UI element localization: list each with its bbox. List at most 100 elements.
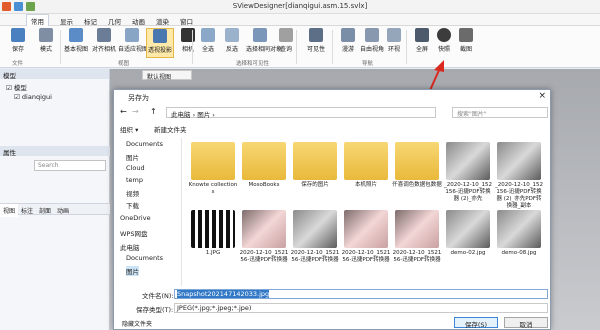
tab-animation[interactable]: 动画: [54, 204, 72, 217]
file-tile[interactable]: 本机照片: [341, 140, 391, 206]
align-camera-button[interactable]: 对齐相机: [90, 28, 118, 58]
organize-button[interactable]: 组织 ▾: [120, 124, 138, 134]
nav-item[interactable]: WPS网盘: [120, 228, 147, 238]
file-name: 2020-12-10_152156-迅捷PDF转换器: [341, 250, 391, 263]
file-tile[interactable]: demo-08.jpg: [494, 208, 544, 274]
mode-button[interactable]: 模式: [32, 28, 60, 58]
new-folder-button[interactable]: 新建文件夹: [154, 124, 187, 134]
file-name: demo-08.jpg: [501, 250, 537, 256]
file-name: 2020-12-10_152156-迅捷PDF转换器: [392, 250, 442, 263]
tree-item-model[interactable]: ☑ 模型: [6, 82, 27, 92]
file-name: 保存的图片: [301, 182, 329, 188]
menu-bar: 常用 显示 标记 几何 动画 渲染 窗口: [0, 14, 600, 27]
group-nav-label: 导航: [362, 61, 374, 67]
dialog-title: 另存为: [114, 90, 550, 104]
file-tile[interactable]: Knowte collections: [188, 140, 238, 206]
mode-icon: [39, 28, 53, 42]
image-thumbnail: [446, 210, 490, 248]
close-icon[interactable]: ×: [538, 91, 546, 101]
perspective-button[interactable]: 透视投影: [146, 28, 174, 58]
nav-item[interactable]: 图片: [126, 152, 139, 162]
group-view-label: 视图: [118, 61, 130, 67]
window-title: SViewDesigner[dianqigui.asm.15.svlx]: [232, 2, 368, 10]
walk-icon: [341, 28, 355, 42]
file-tile[interactable]: 仟喜调色数据包数据: [392, 140, 442, 206]
file-tile[interactable]: 2020-12-10_152156-迅捷PDF转换器: [239, 208, 289, 274]
file-tile[interactable]: demo-02.jpg: [443, 208, 493, 274]
dialog-fields: 文件名(N): Snapshot202147142033.jpg 保存类型(T)…: [116, 288, 548, 329]
select-same-button[interactable]: 选择相同对象: [246, 28, 282, 58]
image-thumbnail: [293, 210, 337, 248]
folder-icon: [242, 142, 286, 180]
save-dialog-button[interactable]: 保存(S): [454, 317, 498, 329]
tab-view[interactable]: 视图: [0, 204, 19, 217]
tab-section[interactable]: 剖面: [36, 204, 54, 217]
dialog-search-input[interactable]: 搜索"图片": [452, 107, 548, 118]
hide-folders-toggle[interactable]: 隐藏文件夹: [122, 319, 152, 328]
crop-icon: [459, 28, 473, 42]
nav-item[interactable]: Cloud: [126, 164, 145, 172]
basic-view-button[interactable]: 基本视图: [62, 28, 90, 58]
address-bar: ← → ↑ 此电脑 › 图片 › 搜索"图片": [116, 106, 548, 120]
orbit-icon: [387, 28, 401, 42]
nav-item-selected[interactable]: 图片: [126, 266, 139, 276]
forward-arrow-icon[interactable]: →: [132, 107, 139, 116]
path-field[interactable]: 此电脑 › 图片 ›: [166, 107, 436, 119]
file-name: MosoBooks: [248, 182, 280, 188]
dialog-toolbar: 组织 ▾ 新建文件夹: [116, 124, 548, 136]
props-header: 属性: [0, 146, 110, 157]
file-tile[interactable]: 1.JPG: [188, 208, 238, 274]
left-panel: 模型 ☑ 模型 ☑ dianqigui 视图 标注 剖面 动画 属性 Search: [0, 69, 110, 330]
file-name: 仟喜调色数据包数据: [392, 182, 442, 188]
file-tile[interactable]: _2020-12-10_152156-迅捷PDF转换器 (2)_亦先: [443, 140, 493, 206]
image-thumbnail: [242, 210, 286, 248]
nav-pane: Documents 图片 Cloud temp 视频 下载 OneDrive W…: [116, 138, 182, 286]
app-window: SViewDesigner[dianqigui.asm.15.svlx] 常用 …: [0, 0, 600, 330]
up-arrow-icon[interactable]: ↑: [150, 107, 157, 116]
nav-item[interactable]: temp: [126, 176, 143, 184]
fit-view-icon: [125, 28, 139, 42]
fullscreen-icon: [415, 28, 429, 42]
camera-align-icon: [97, 28, 111, 42]
nav-item[interactable]: Documents: [126, 254, 163, 262]
image-thumbnail: [395, 210, 439, 248]
perspective-icon: [153, 29, 167, 43]
fit-view-button[interactable]: 自适应视图: [118, 28, 148, 58]
nav-item[interactable]: Documents: [126, 140, 163, 148]
left-tabs: 视图 标注 剖面 动画: [0, 203, 110, 217]
file-tile[interactable]: MosoBooks: [239, 140, 289, 206]
file-tile[interactable]: _2020-12-10_152156-迅捷PDF转换器 (2)_亦先PDF转换器…: [494, 140, 544, 209]
file-name: 2020-12-10_152156-迅捷PDF转换器: [239, 250, 289, 263]
file-tile[interactable]: 2020-12-10_152156-迅捷PDF转换器: [290, 208, 340, 274]
file-grid: Knowte collections MosoBooks 保存的图片 本机照片 仟喜调色…: [184, 138, 546, 286]
image-thumbnail: [497, 210, 541, 248]
file-tile[interactable]: 2020-12-10_152156-迅捷PDF转换器: [341, 208, 391, 274]
invert-select-button[interactable]: 反选: [218, 28, 246, 58]
filename-label: 文件名(N):: [142, 292, 174, 300]
free-view-icon: [365, 28, 379, 42]
visibility-button[interactable]: 可见性: [302, 28, 330, 58]
group-select-label: 选择和可见性: [236, 61, 270, 67]
file-tile[interactable]: 2020-12-10_152156-迅捷PDF转换器: [392, 208, 442, 274]
title-bar: SViewDesigner[dianqigui.asm.15.svlx]: [0, 0, 600, 14]
props-search-input[interactable]: Search: [34, 160, 106, 171]
file-name: 2020-12-10_152156-迅捷PDF转换器: [290, 250, 340, 263]
file-tile[interactable]: 保存的图片: [290, 140, 340, 206]
default-view-tab[interactable]: 默认视图: [142, 70, 192, 81]
filetype-select[interactable]: JPEG(*.jpg;*.jpeg;*.jpe): [174, 303, 548, 313]
cancel-button[interactable]: 取消: [504, 317, 548, 329]
nav-item[interactable]: 下载: [126, 200, 139, 210]
orbit-button[interactable]: 环视: [380, 28, 408, 58]
save-button[interactable]: 保存: [4, 28, 32, 58]
tree-item-dianqigui[interactable]: ☑ dianqigui: [14, 93, 52, 101]
select-same-icon: [253, 28, 267, 42]
filetype-label: 保存类型(T):: [136, 306, 174, 314]
nav-item[interactable]: 视频: [126, 188, 139, 198]
save-as-dialog: 另存为 × ← → ↑ 此电脑 › 图片 › 搜索"图片" 组织 ▾ 新建文件夹…: [113, 89, 551, 330]
screenshot-button[interactable]: 截图: [452, 28, 480, 58]
tab-annotation[interactable]: 标注: [18, 204, 36, 217]
filename-input[interactable]: Snapshot202147142033.jpg: [174, 289, 548, 299]
back-arrow-icon[interactable]: ←: [120, 107, 127, 116]
nav-item[interactable]: 此电脑: [120, 242, 140, 252]
nav-item[interactable]: OneDrive: [120, 214, 151, 222]
